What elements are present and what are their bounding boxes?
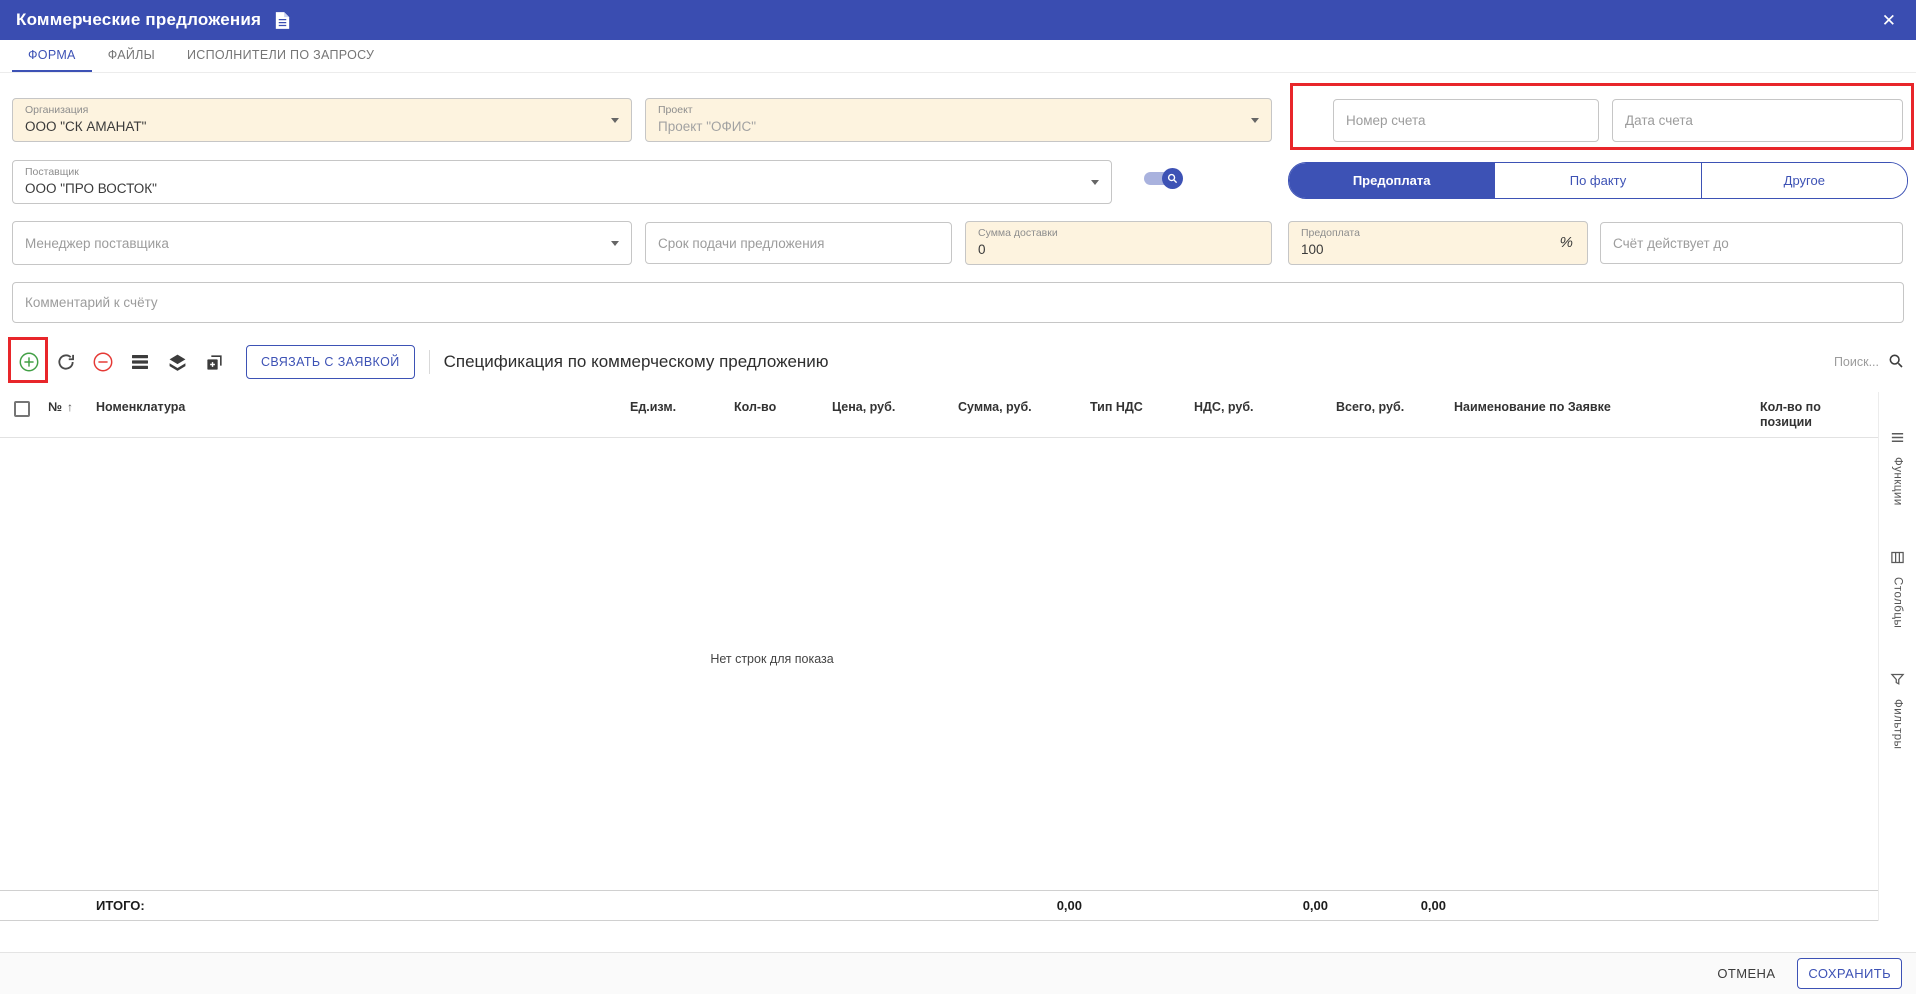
payment-other-button[interactable]: Другое — [1700, 163, 1907, 198]
delivery-sum-value: 0 — [978, 242, 986, 257]
duplicate-add-icon[interactable] — [197, 345, 231, 379]
supplier-value: ООО "ПРО ВОСТОК" — [25, 181, 157, 196]
column-header-unit[interactable]: Ед.изм. — [630, 400, 734, 415]
column-header-vat-type[interactable]: Тип НДС — [1090, 400, 1194, 415]
project-select[interactable]: Проект Проект "ОФИС" — [645, 98, 1272, 142]
column-header-vat[interactable]: НДС, руб. — [1194, 400, 1336, 415]
delivery-sum-field[interactable]: Сумма доставки 0 — [965, 221, 1272, 265]
column-header-price[interactable]: Цена, руб. — [832, 400, 958, 415]
supplier-manager-placeholder: Менеджер поставщика — [25, 235, 169, 251]
invoice-valid-until-input[interactable] — [1600, 222, 1903, 264]
search-placeholder: Поиск... — [1833, 355, 1879, 369]
invoice-comment-input[interactable] — [12, 282, 1904, 323]
select-all-checkbox[interactable] — [14, 401, 30, 417]
spec-toolbar: СВЯЗАТЬ С ЗАЯВКОЙ Спецификация по коммер… — [12, 340, 1904, 384]
column-header-sum[interactable]: Сумма, руб. — [958, 400, 1090, 415]
magnifier-icon — [1162, 168, 1183, 189]
side-panel-functions-label: Функции — [1891, 457, 1904, 506]
percent-sign: % — [1559, 234, 1573, 251]
side-panel-filters-label: Фильтры — [1891, 699, 1904, 750]
empty-table-message: Нет строк для показа — [710, 652, 834, 666]
project-label: Проект — [658, 104, 693, 116]
totals-vat-value: 0,00 — [1302, 898, 1328, 913]
action-bar: ОТМЕНА СОХРАНИТЬ — [0, 952, 1916, 994]
tab-files[interactable]: ФАЙЛЫ — [92, 40, 171, 72]
chevron-down-icon — [611, 241, 619, 246]
column-header-nomenclature[interactable]: Номенклатура — [96, 400, 630, 415]
search-icon — [1888, 353, 1904, 372]
window-titlebar: Коммерческие предложения ✕ — [0, 0, 1916, 40]
tab-executors[interactable]: ИСПОЛНИТЕЛИ ПО ЗАПРОСУ — [171, 40, 390, 72]
table-totals-row: ИТОГО: 0,00 0,00 0,00 — [0, 890, 1878, 921]
layers-icon[interactable] — [160, 345, 194, 379]
document-icon — [275, 11, 290, 30]
prepayment-percent-value: 100 — [1301, 242, 1324, 257]
side-panel-filters[interactable]: Фильтры — [1890, 672, 1905, 749]
column-number-label: № — [48, 400, 62, 414]
column-header-total[interactable]: Всего, руб. — [1336, 400, 1454, 415]
prepayment-percent-label: Предоплата — [1301, 227, 1360, 239]
supplier-search-toggle[interactable] — [1141, 168, 1183, 189]
invoice-number-input[interactable] — [1333, 99, 1599, 142]
prepayment-percent-field[interactable]: Предоплата 100 % — [1288, 221, 1588, 265]
supplier-select[interactable]: Поставщик ООО "ПРО ВОСТОК" — [12, 160, 1112, 204]
payment-on-fact-button[interactable]: По факту — [1494, 163, 1701, 198]
chevron-down-icon — [1251, 118, 1259, 123]
filter-icon — [1890, 672, 1905, 692]
column-header-qty-per-position[interactable]: Кол-во по позиции — [1760, 400, 1878, 430]
toolbar-divider — [428, 350, 430, 374]
remove-row-icon[interactable] — [86, 345, 120, 379]
columns-icon — [1890, 550, 1905, 570]
organization-label: Организация — [25, 104, 89, 116]
tab-form[interactable]: ФОРМА — [12, 40, 92, 72]
chevron-down-icon — [611, 118, 619, 123]
tab-bar: ФОРМА ФАЙЛЫ ИСПОЛНИТЕЛИ ПО ЗАПРОСУ — [0, 40, 1916, 73]
project-value: Проект "ОФИС" — [658, 119, 757, 134]
column-header-number[interactable]: № ↑ — [48, 400, 96, 415]
supplier-manager-select[interactable]: Менеджер поставщика — [12, 221, 632, 265]
chevron-down-icon — [1091, 180, 1099, 185]
side-panel-columns[interactable]: Столбцы — [1890, 550, 1905, 628]
totals-total-value: 0,00 — [1420, 898, 1446, 913]
column-header-quantity[interactable]: Кол-во — [734, 400, 832, 415]
add-row-icon[interactable] — [12, 345, 46, 379]
table-header: № ↑ Номенклатура Ед.изм. Кол-во Цена, руб… — [0, 392, 1878, 438]
save-button[interactable]: СОХРАНИТЬ — [1797, 958, 1902, 989]
totals-sum-value: 0,00 — [1056, 898, 1082, 913]
payment-prepayment-button[interactable]: Предоплата — [1289, 163, 1495, 198]
payment-type-group: Предоплата По факту Другое — [1288, 162, 1908, 199]
refresh-icon[interactable] — [49, 345, 83, 379]
invoice-date-input[interactable] — [1612, 99, 1903, 142]
link-to-request-button[interactable]: СВЯЗАТЬ С ЗАЯВКОЙ — [246, 345, 415, 379]
organization-value: ООО "СК АМАНАТ" — [25, 119, 147, 134]
proposal-deadline-input[interactable] — [645, 222, 952, 264]
totals-label: ИТОГО: — [96, 898, 145, 913]
organization-select[interactable]: Организация ООО "СК АМАНАТ" — [12, 98, 632, 142]
window-title: Коммерческие предложения — [16, 10, 262, 29]
delivery-sum-label: Сумма доставки — [978, 227, 1058, 239]
close-icon[interactable]: ✕ — [1878, 8, 1900, 33]
menu-icon — [1890, 430, 1905, 450]
sort-asc-icon: ↑ — [66, 400, 73, 414]
cancel-button[interactable]: ОТМЕНА — [1711, 958, 1781, 989]
side-panel-columns-label: Столбцы — [1891, 576, 1904, 629]
spec-section-title: Спецификация по коммерческому предложени… — [443, 352, 829, 371]
list-icon[interactable] — [123, 345, 157, 379]
grid-side-panel: Функции Столбцы Фильтры — [1878, 392, 1916, 921]
side-panel-functions[interactable]: Функции — [1890, 430, 1905, 506]
spec-search[interactable]: Поиск... — [1834, 353, 1904, 372]
supplier-label: Поставщик — [25, 166, 79, 178]
column-header-request-name[interactable]: Наименование по Заявке — [1454, 400, 1760, 415]
